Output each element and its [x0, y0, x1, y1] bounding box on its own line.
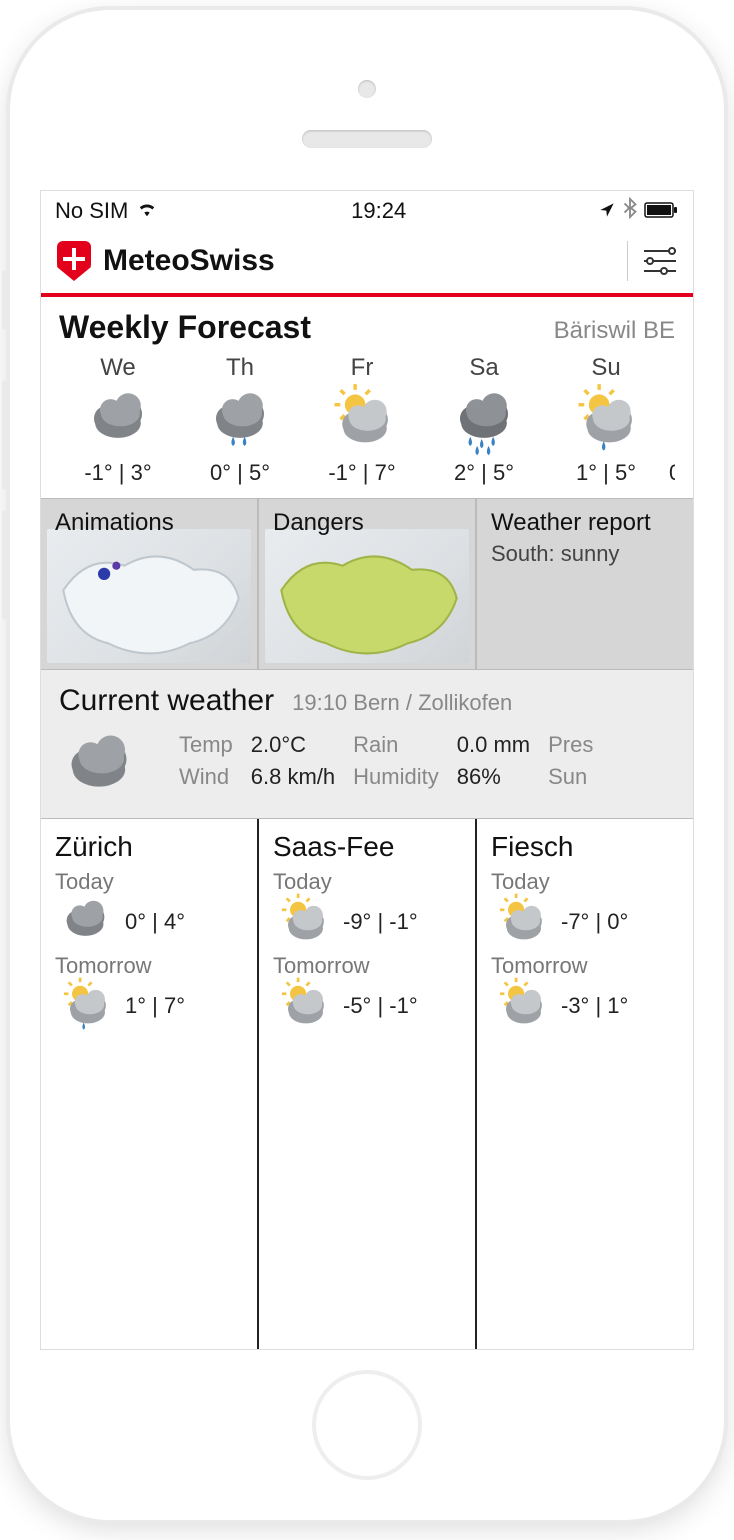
city-day-label: Tomorrow: [273, 953, 461, 979]
day-name: Fr: [303, 354, 421, 382]
forecast-day[interactable]: Sa 2° | 5°: [425, 354, 543, 486]
sim-status: No SIM: [55, 198, 128, 224]
tile-dangers[interactable]: Dangers: [259, 499, 477, 669]
metric-value: 6.8 km/h: [251, 764, 335, 790]
city-day-label: Today: [55, 869, 243, 895]
phone-frame: No SIM 19:24 Mete: [10, 10, 724, 1520]
forecast-day[interactable]: Su 1° | 5°: [547, 354, 665, 486]
metric-value: 2.0°C: [251, 732, 335, 758]
city-temps: -5° | -1°: [343, 993, 418, 1019]
tile-animations[interactable]: Animations: [41, 499, 259, 669]
metric-value: 0.0 mm: [457, 732, 530, 758]
app-screen: No SIM 19:24 Mete: [40, 190, 694, 1350]
weather-icon: [55, 897, 115, 947]
sliders-icon: [642, 247, 678, 275]
app-header: MeteoSwiss: [41, 231, 693, 297]
city-temps: 0° | 4°: [125, 909, 185, 935]
forecast-day[interactable]: Fr -1° | 7°: [303, 354, 421, 486]
weekly-forecast[interactable]: Weekly Forecast Bäriswil BE We -1° | 3° …: [41, 297, 693, 498]
city-temps: -7° | 0°: [561, 909, 628, 935]
day-name: Sa: [425, 354, 543, 382]
weather-icon: [547, 386, 665, 456]
day-name: Th: [181, 354, 299, 382]
forecast-day[interactable]: Th 0° | 5°: [181, 354, 299, 486]
city-card[interactable]: Saas-Fee Today -9° | -1° Tomorrow -5° | …: [259, 819, 477, 1349]
weather-icon: [273, 981, 333, 1031]
city-name: Fiesch: [491, 831, 679, 863]
clock: 19:24: [351, 198, 406, 224]
tiles-row: Animations Dangers Weather report: [41, 498, 693, 670]
weather-icon: [181, 386, 299, 456]
metric-value: 86%: [457, 764, 530, 790]
city-day-label: Tomorrow: [491, 953, 679, 979]
status-bar: No SIM 19:24: [41, 191, 693, 231]
day-name: We: [59, 354, 177, 382]
weekly-days[interactable]: We -1° | 3° Th 0° | 5° Fr -1° | 7° Sa 2°…: [59, 354, 675, 486]
current-title: Current weather: [59, 684, 274, 718]
day-temps: -1° | 3°: [59, 460, 177, 486]
city-day-label: Today: [491, 869, 679, 895]
brand: MeteoSwiss: [57, 241, 275, 281]
weather-icon: [59, 386, 177, 456]
city-temps: -3° | 1°: [561, 993, 628, 1019]
metric-label: Rain: [353, 732, 439, 758]
current-weather-icon: [59, 732, 149, 802]
weather-icon: [491, 897, 551, 947]
weather-icon: [303, 386, 421, 456]
home-button[interactable]: [312, 1370, 422, 1480]
metric-label: Wind: [179, 764, 233, 790]
metric-label: Pres: [548, 732, 593, 758]
weather-icon: [425, 386, 543, 456]
weather-icon: [491, 981, 551, 1031]
tile-weather-report[interactable]: Weather report South: sunny: [477, 499, 693, 669]
cities-row: Zürich Today 0° | 4° Tomorrow 1° | 7° Sa…: [41, 819, 693, 1349]
location-icon: [599, 198, 615, 224]
day-temps: 1° | 5°: [547, 460, 665, 486]
current-metrics: Temp Wind 2.0°C 6.8 km/h Rain Humidity 0.0 mm 8…: [179, 732, 611, 802]
city-temps: -9° | -1°: [343, 909, 418, 935]
battery-icon: [645, 198, 679, 224]
current-weather[interactable]: Current weather 19:10 Bern / Zollikofen …: [41, 670, 693, 819]
forecast-day[interactable]: We -1° | 3°: [59, 354, 177, 486]
bluetooth-icon: [623, 198, 637, 224]
tile-animations-label: Animations: [55, 509, 243, 537]
city-temps: 1° | 7°: [125, 993, 185, 1019]
map-thumb-icon: [265, 529, 469, 663]
current-meta: 19:10 Bern / Zollikofen: [292, 690, 512, 716]
swiss-shield-icon: [57, 241, 91, 281]
weather-icon: [273, 897, 333, 947]
day-temps: 2° | 5°: [425, 460, 543, 486]
tile-dangers-label: Dangers: [273, 509, 461, 537]
map-thumb-icon: [47, 529, 251, 663]
weather-icon: [55, 981, 115, 1031]
metric-label: Humidity: [353, 764, 439, 790]
day-temps: 0° | 5°: [181, 460, 299, 486]
day-name: Su: [547, 354, 665, 382]
wifi-icon: [136, 198, 158, 224]
app-title: MeteoSwiss: [103, 244, 275, 278]
weekly-location: Bäriswil BE: [554, 317, 675, 345]
city-day-label: Today: [273, 869, 461, 895]
city-card[interactable]: Fiesch Today -7° | 0° Tomorrow -3° | 1°: [477, 819, 693, 1349]
city-name: Saas-Fee: [273, 831, 461, 863]
weekly-title: Weekly Forecast: [59, 309, 311, 346]
metric-label: Sun: [548, 764, 593, 790]
city-name: Zürich: [55, 831, 243, 863]
city-card[interactable]: Zürich Today 0° | 4° Tomorrow 1° | 7°: [41, 819, 259, 1349]
city-day-label: Tomorrow: [55, 953, 243, 979]
tile-report-sub: South: sunny: [491, 541, 679, 567]
metric-label: Temp: [179, 732, 233, 758]
settings-button[interactable]: [627, 241, 677, 281]
tile-report-label: Weather report: [491, 509, 679, 537]
day-temps: -1° | 7°: [303, 460, 421, 486]
